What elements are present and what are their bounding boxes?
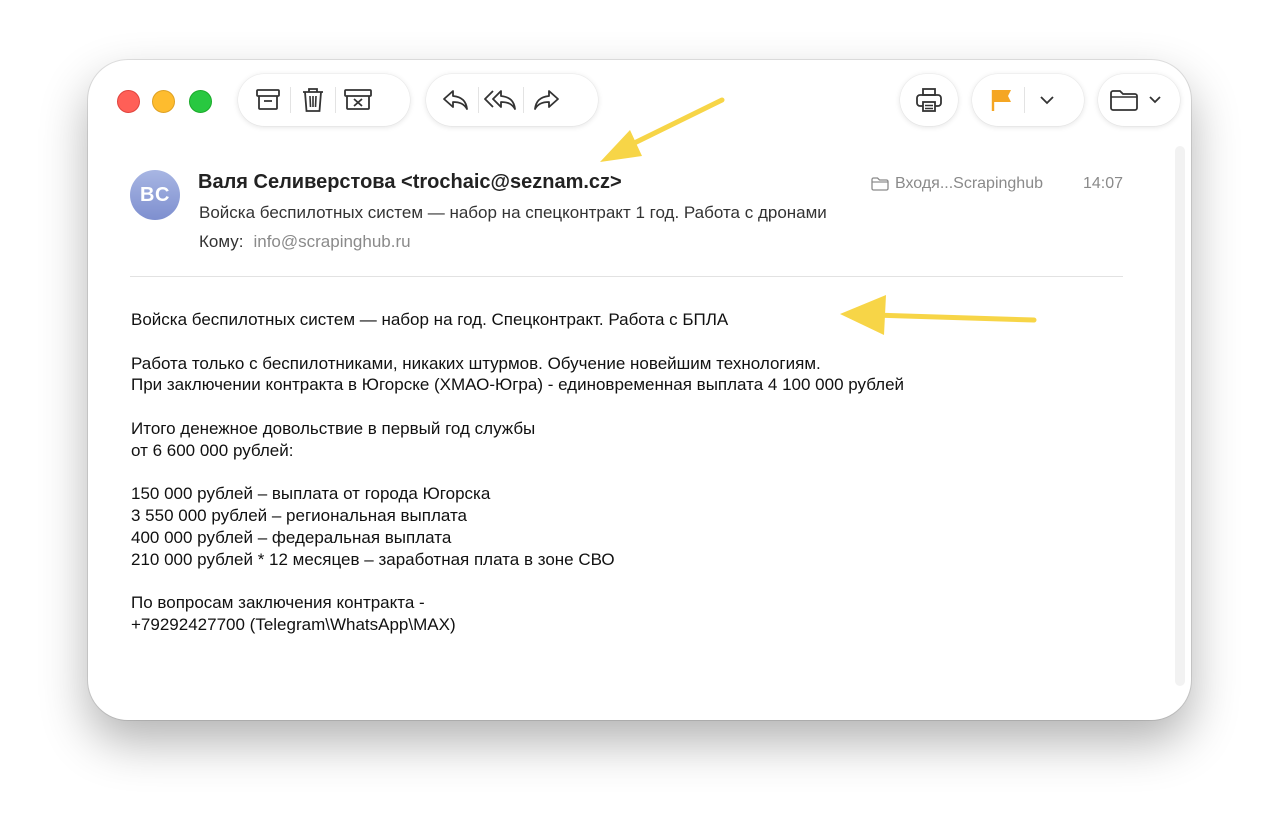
body-line: от 6 600 000 рублей: <box>131 440 294 460</box>
subject: Войска беспилотных систем — набор на спе… <box>199 203 827 222</box>
body-line: Войска беспилотных систем — набор на год… <box>131 310 729 329</box>
body-line: 3 550 000 рублей – региональная выплата <box>131 506 468 526</box>
flag-icon[interactable] <box>980 80 1024 120</box>
recipient-line: Кому: info@scrapinghub.ru <box>199 232 411 252</box>
recipient-address[interactable]: info@scrapinghub.ru <box>253 232 410 251</box>
chevron-down-icon[interactable] <box>1025 80 1069 120</box>
scrollbar[interactable] <box>1175 146 1185 686</box>
junk-icon[interactable] <box>336 80 380 120</box>
body-line: +79292427700 (Telegram\WhatsApp\MAX) <box>131 615 456 635</box>
trash-icon[interactable] <box>291 80 335 120</box>
body-line: При заключении контракта в Югорске (ХМАО… <box>131 375 905 395</box>
close-button[interactable] <box>117 90 140 113</box>
body-line: 150 000 рублей – выплата от города Югорс… <box>131 484 491 504</box>
forward-icon[interactable] <box>524 80 568 120</box>
reply-icon[interactable] <box>434 80 478 120</box>
annotation-arrow <box>600 97 725 162</box>
body-line: По вопросам заключения контракта - <box>131 593 425 613</box>
flag-group <box>972 74 1084 126</box>
print-group <box>900 74 958 126</box>
body-line: 210 000 рублей * 12 месяцев – заработная… <box>131 549 615 569</box>
reply-all-icon[interactable] <box>479 80 523 120</box>
to-label: Кому: <box>199 232 244 251</box>
folder-icon <box>871 177 889 191</box>
body-line: Итого денежное довольствие в первый год … <box>131 418 536 438</box>
folder-icon[interactable] <box>1104 80 1144 120</box>
archive-icon[interactable] <box>246 80 290 120</box>
header-divider <box>130 276 1123 277</box>
sender[interactable]: Валя Селиверстова <trochaic@seznam.cz> <box>198 171 622 194</box>
message-body: Войска беспилотных систем — набор на год… <box>131 309 904 636</box>
mailbox-label[interactable]: Входя...Scrapinghub <box>871 175 1043 193</box>
mailbox-name: Входя...Scrapinghub <box>894 175 1043 192</box>
body-line: Работа только с беспилотниками, никаких … <box>131 353 821 373</box>
reply-actions-group <box>426 74 598 126</box>
chevron-down-icon[interactable] <box>1144 80 1166 120</box>
message-time: 14:07 <box>1082 175 1123 192</box>
message-actions-group <box>238 74 410 126</box>
body-line: 400 000 рублей – федеральная выплата <box>131 527 452 547</box>
minimize-button[interactable] <box>152 90 175 113</box>
print-icon[interactable] <box>907 80 951 120</box>
move-group <box>1098 74 1180 126</box>
avatar: BC <box>130 170 180 220</box>
annotation-arrow <box>840 295 1037 335</box>
zoom-button[interactable] <box>189 90 212 113</box>
